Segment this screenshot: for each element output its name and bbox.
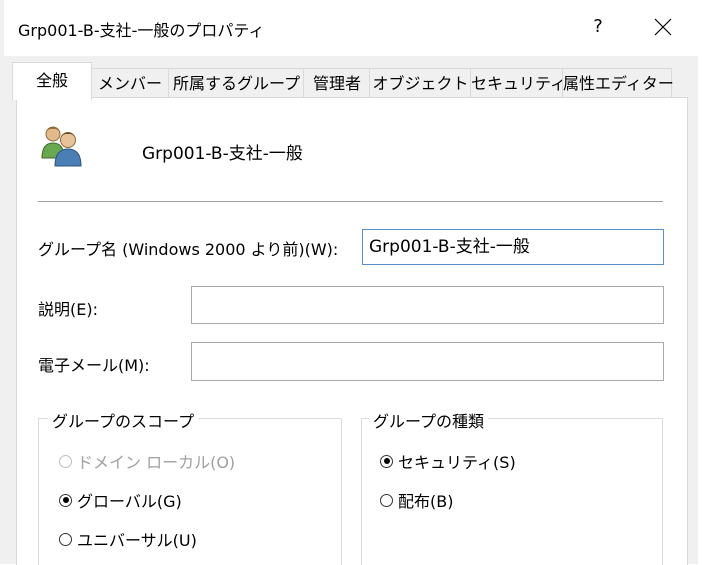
email-field[interactable]	[191, 342, 664, 381]
radio-button	[59, 454, 72, 468]
type-distribution-option[interactable]: 配布(B)	[380, 488, 453, 512]
radio-button[interactable]	[380, 493, 393, 507]
window-title: Grp001-B-支社-一般のプロパティ	[18, 21, 265, 40]
type-security-option[interactable]: セキュリティ(S)	[380, 449, 516, 473]
scope-global-option[interactable]: グローバル(G)	[59, 488, 182, 512]
radio-button[interactable]	[59, 532, 72, 546]
title-bar: Grp001-B-支社-一般のプロパティ ?	[4, 0, 698, 56]
tab-general[interactable]: 全般	[12, 62, 92, 100]
tab-attribute-editor[interactable]: 属性エディター	[562, 68, 674, 99]
type-security-label: セキュリティ(S)	[398, 453, 516, 472]
close-icon[interactable]	[650, 14, 676, 40]
tab-managed-by[interactable]: 管理者	[303, 68, 371, 99]
scope-universal-option[interactable]: ユニバーサル(U)	[59, 527, 197, 551]
separator	[38, 201, 663, 202]
help-button[interactable]: ?	[586, 13, 610, 41]
radio-button-selected[interactable]	[59, 493, 72, 507]
pre2000-name-field[interactable]: Grp001-B-支社-一般	[362, 229, 664, 265]
group-type-title: グループの種類	[369, 408, 489, 432]
scope-global-label: グローバル(G)	[77, 492, 182, 511]
description-field[interactable]	[191, 286, 664, 324]
tab-object[interactable]: オブジェクト	[369, 68, 472, 99]
tab-members[interactable]: メンバー	[90, 68, 170, 99]
tab-security[interactable]: セキュリティ	[470, 68, 566, 99]
pre2000-name-label: グループ名 (Windows 2000 より前)(W):	[38, 240, 339, 259]
tab-strip: 全般 メンバー 所属するグループ 管理者 オブジェクト セキュリティ 属性エディ…	[12, 62, 674, 100]
email-label: 電子メール(M):	[38, 356, 150, 375]
description-label: 説明(E):	[38, 300, 98, 319]
radio-button-selected[interactable]	[380, 454, 393, 468]
scope-domain-local-label: ドメイン ローカル(O)	[77, 453, 236, 472]
group-name-display: Grp001-B-支社-一般	[142, 144, 303, 164]
group-scope-title: グループのスコープ	[48, 408, 199, 432]
type-distribution-label: 配布(B)	[398, 492, 454, 511]
tab-member-of[interactable]: 所属するグループ	[168, 68, 305, 99]
scope-universal-label: ユニバーサル(U)	[77, 531, 197, 550]
scope-domain-local-option: ドメイン ローカル(O)	[59, 449, 235, 473]
users-group-icon	[38, 120, 86, 168]
